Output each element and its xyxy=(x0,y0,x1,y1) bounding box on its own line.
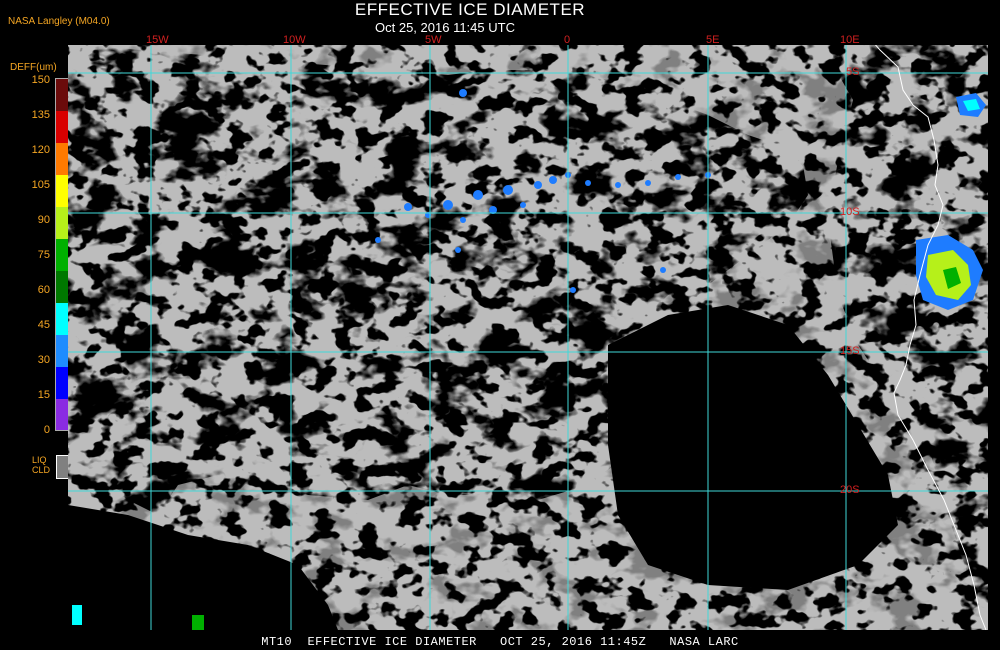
lon-label-5w: 5W xyxy=(425,34,442,46)
lat-label-5s: 5S xyxy=(846,66,860,78)
ice-pixel xyxy=(192,615,204,630)
ice-pixel xyxy=(404,203,412,211)
legend-tick-label: 45 xyxy=(37,319,50,331)
footer-caption: MT10 EFFECTIVE ICE DIAMETER OCT 25, 2016… xyxy=(261,635,739,649)
ice-pixel xyxy=(443,200,453,210)
ice-pixel xyxy=(473,190,483,200)
ice-pixel xyxy=(675,174,681,180)
liquid-cloud-label-line2: CLD xyxy=(32,465,51,475)
liquid-cloud-label-line1: LIQ xyxy=(32,455,47,465)
legend-tick-label: 90 xyxy=(37,214,50,226)
lat-label-15s: 15S xyxy=(840,345,860,357)
lon-label-15w: 15W xyxy=(146,34,169,46)
ice-pixel xyxy=(72,605,82,625)
ice-pixel xyxy=(660,267,666,273)
legend-title: DEFF(um) xyxy=(10,62,57,73)
ice-pixel xyxy=(455,247,461,253)
ice-pixel xyxy=(503,185,513,195)
satellite-map xyxy=(68,45,988,630)
ice-pixel xyxy=(570,287,576,293)
ice-pixel xyxy=(460,217,466,223)
ice-pixel xyxy=(534,181,542,189)
producer-credit: NASA Langley (M04.0) xyxy=(8,16,110,27)
lon-label-5e: 5E xyxy=(706,34,720,46)
lat-label-10s: 10S xyxy=(840,206,860,218)
lon-label-0: 0 xyxy=(564,34,571,46)
legend-tick-label: 15 xyxy=(37,389,50,401)
legend-tick-label: 30 xyxy=(37,354,50,366)
map-timestamp: Oct 25, 2016 11:45 UTC xyxy=(375,20,515,35)
legend-tick-label: 150 xyxy=(31,74,50,86)
ice-pixel xyxy=(375,237,381,243)
legend-tick-label: 135 xyxy=(31,109,50,121)
lat-label-20s: 20S xyxy=(840,484,860,496)
ice-pixel xyxy=(459,89,467,97)
ice-pixel xyxy=(549,176,557,184)
legend-tick-label: 105 xyxy=(31,179,50,191)
ice-pixel xyxy=(585,180,591,186)
ice-pixel xyxy=(645,180,651,186)
ice-pixel xyxy=(520,202,526,208)
legend-tick-label: 75 xyxy=(37,249,50,261)
legend-tick-label: 0 xyxy=(43,424,50,436)
legend-tick-label: 60 xyxy=(37,284,50,296)
lon-label-10e: 10E xyxy=(840,34,860,46)
map-title: EFFECTIVE ICE DIAMETER xyxy=(354,0,586,19)
legend-tick-label: 120 xyxy=(31,144,50,156)
lon-label-10w: 10W xyxy=(283,34,306,46)
ice-pixel xyxy=(615,182,621,188)
